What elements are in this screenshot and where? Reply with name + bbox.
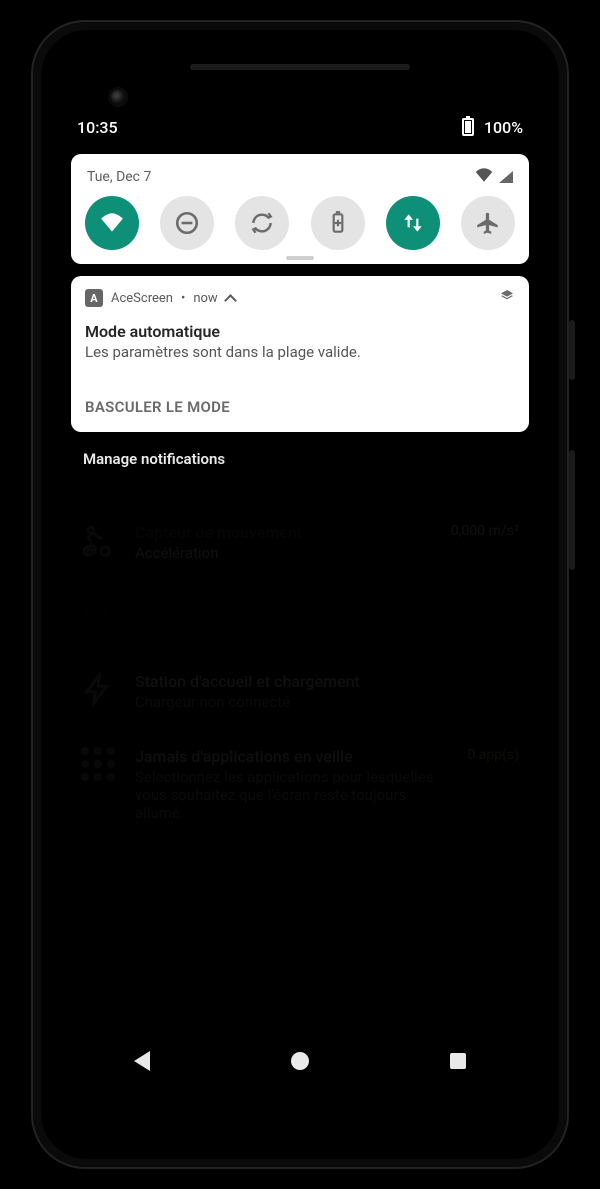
qs-tile-airplane[interactable] [461, 196, 515, 250]
notification-action-button[interactable]: BASCULER LE MODE [85, 383, 515, 432]
notification-sep: • [181, 291, 185, 306]
qs-tile-dnd[interactable] [160, 196, 214, 250]
notification-title: Mode automatique [85, 322, 515, 341]
qs-expand-handle[interactable] [286, 256, 314, 260]
qs-date: Tue, Dec 7 [87, 169, 151, 185]
quick-settings-panel: Tue, Dec 7 [71, 154, 529, 264]
scrim-overlay[interactable] [63, 468, 537, 1089]
cell-signal-icon [499, 171, 513, 183]
screen: 10:35 100% Rouleau latéral 0,0 [63, 108, 537, 1089]
device-earpiece [190, 64, 410, 70]
notification-app-name: AceScreen [111, 291, 173, 306]
chevron-up-icon[interactable] [226, 293, 236, 303]
nav-back-button[interactable] [134, 1051, 150, 1071]
wifi-signal-icon [475, 168, 493, 186]
qs-tile-autorotate[interactable] [235, 196, 289, 250]
manage-notifications-link[interactable]: Manage notifications [63, 432, 537, 478]
status-bar: 10:35 100% [63, 108, 537, 146]
device-side-button [569, 450, 575, 570]
notification-app-icon: A [85, 289, 103, 307]
device-side-button [569, 320, 575, 380]
device-front-camera [111, 90, 125, 104]
nav-home-button[interactable] [291, 1052, 309, 1070]
battery-percent: 100% [484, 118, 523, 137]
notification-group-icon[interactable] [499, 288, 515, 308]
qs-tile-wifi[interactable] [85, 196, 139, 250]
background-app: Rouleau latéral 0,0 Capteur de mouvement… [63, 468, 537, 1089]
notification-card[interactable]: A AceScreen • now Mode automatique Les p… [71, 276, 529, 432]
device-frame: 10:35 100% Rouleau latéral 0,0 [31, 20, 569, 1169]
status-time: 10:35 [77, 118, 118, 137]
notification-time: now [193, 291, 217, 306]
battery-icon [462, 118, 474, 136]
notification-body: Les paramètres sont dans la plage valide… [85, 343, 515, 361]
navigation-bar [63, 1033, 537, 1089]
nav-recents-button[interactable] [450, 1053, 466, 1069]
qs-tile-battery-saver[interactable] [311, 196, 365, 250]
qs-tile-mobile-data[interactable] [386, 196, 440, 250]
